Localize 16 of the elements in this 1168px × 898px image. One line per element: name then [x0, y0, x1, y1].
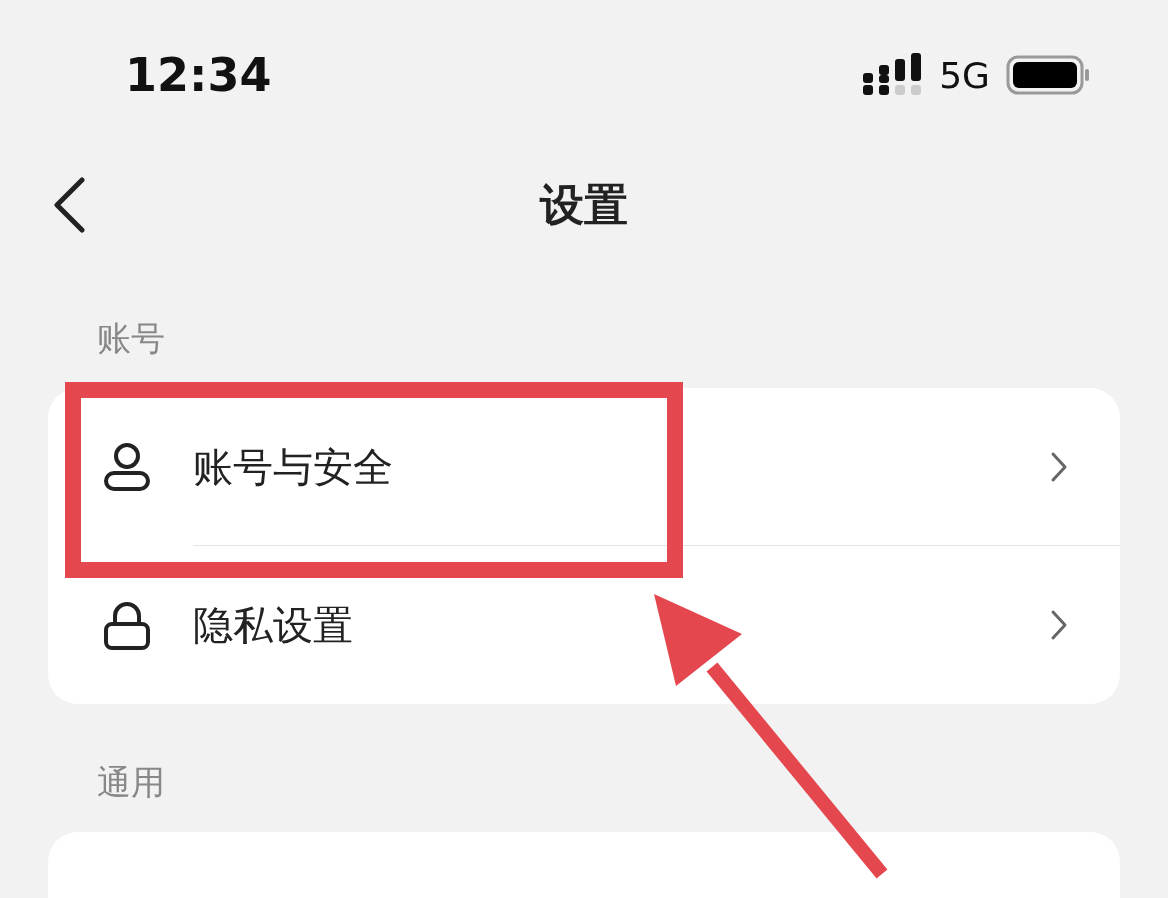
settings-row[interactable]: 账号与安全	[48, 388, 1120, 546]
status-time: 12:34	[125, 48, 272, 102]
row-label: 账号与安全	[193, 442, 394, 492]
row-label: 隐私设置	[193, 600, 354, 650]
section-label: 通用	[97, 761, 166, 804]
back-icon[interactable]	[52, 177, 86, 233]
lock-icon	[103, 600, 151, 650]
network-label: 5G	[939, 54, 990, 96]
chevron-right-icon	[1050, 451, 1068, 483]
section-label: 账号	[97, 317, 166, 360]
person-icon	[103, 442, 151, 492]
chevron-right-icon	[1050, 609, 1068, 641]
battery-icon	[1006, 55, 1090, 95]
signal-icon	[863, 53, 924, 97]
page-title: 设置	[540, 177, 628, 232]
settings-row[interactable]: 隐私设置	[48, 546, 1120, 704]
